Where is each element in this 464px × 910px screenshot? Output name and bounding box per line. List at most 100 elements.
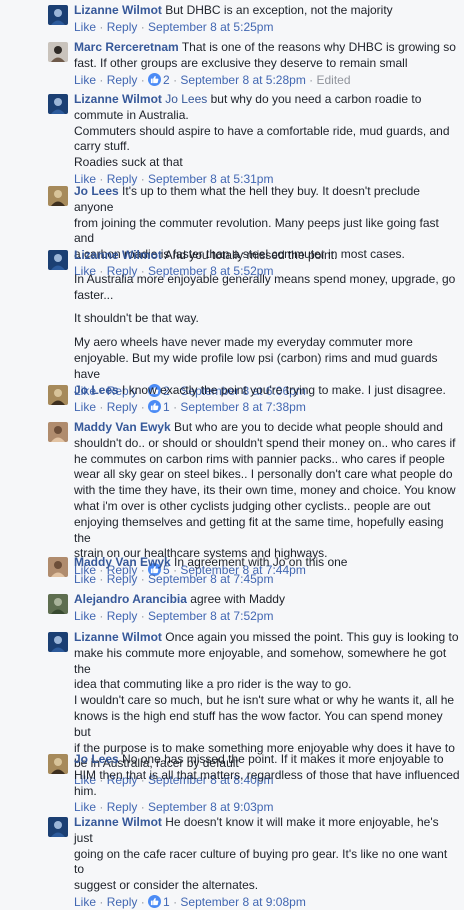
- separator-dot: ·: [137, 72, 149, 87]
- comment-text: Marc Rerceretnam That is one of the reas…: [74, 40, 460, 72]
- reply-link[interactable]: Reply: [107, 20, 138, 34]
- comment-actions: Like · Reply · September 8 at 9:03pm: [74, 799, 460, 815]
- comment-author[interactable]: Jo Lees: [74, 383, 119, 397]
- comment-author[interactable]: Maddy Van Ewyk: [74, 555, 171, 569]
- timestamp[interactable]: September 8 at 9:08pm: [180, 895, 305, 909]
- comment-line: shouldn't do.. or should or shouldn't sp…: [74, 435, 456, 450]
- comment-line: Once again you missed the point. This gu…: [165, 630, 459, 644]
- timestamp[interactable]: September 8 at 9:03pm: [148, 800, 273, 814]
- avatar[interactable]: [48, 94, 68, 114]
- reply-link[interactable]: Reply: [107, 73, 138, 87]
- comment-text: Alejandro Arancibia agree with Maddy: [74, 592, 460, 608]
- comment-line: from joining the commuter revolution. Ma…: [74, 215, 439, 246]
- like-link[interactable]: Like: [74, 572, 96, 586]
- thumbs-up-icon: [148, 894, 162, 908]
- reply-link[interactable]: Reply: [107, 400, 138, 414]
- comment-author[interactable]: Alejandro Arancibia: [74, 592, 187, 606]
- reply-link[interactable]: Reply: [107, 895, 138, 909]
- comment-line: In agreement with Jo on this one: [174, 555, 348, 569]
- timestamp[interactable]: September 8 at 5:25pm: [148, 20, 273, 34]
- like-link[interactable]: Like: [74, 800, 96, 814]
- mention-link[interactable]: Jo Lees: [165, 92, 207, 106]
- comment-line: But who are you to decide what people sh…: [174, 420, 443, 434]
- comment-author[interactable]: Lizanne Wilmot: [74, 815, 162, 829]
- reaction-number: 1: [163, 399, 170, 414]
- comment-body: Lizanne Wilmot But DHBC is an exception,…: [74, 3, 460, 35]
- comment-line: Commuters should aspire to have a comfor…: [74, 123, 450, 138]
- comment-author[interactable]: Marc Rerceretnam: [74, 40, 179, 54]
- comment-author[interactable]: Jo Lees: [74, 752, 119, 766]
- comment-text: Lizanne Wilmot Once again you missed the…: [74, 630, 460, 772]
- avatar[interactable]: [48, 42, 68, 62]
- comment-author[interactable]: Lizanne Wilmot: [74, 630, 162, 644]
- thumbs-up-icon: [148, 399, 162, 413]
- comment-author[interactable]: Lizanne Wilmot: [74, 3, 162, 17]
- comment-line: My aero wheels have never made my everyd…: [74, 335, 413, 350]
- timestamp[interactable]: September 8 at 5:28pm: [180, 73, 305, 87]
- comment-line: And you totally missed the point.: [164, 248, 338, 262]
- comment-actions: Like · Reply · September 8 at 5:25pm: [74, 19, 460, 35]
- avatar[interactable]: [48, 5, 68, 25]
- timestamp[interactable]: September 8 at 7:52pm: [148, 609, 273, 623]
- comment-text: Lizanne Wilmot But DHBC is an exception,…: [74, 3, 460, 19]
- comment-text: Lizanne Wilmot Jo Lees but why do you ne…: [74, 92, 460, 171]
- comment-body: Lizanne Wilmot And you totally missed th…: [74, 248, 460, 399]
- reaction-count[interactable]: 1: [148, 399, 170, 414]
- avatar[interactable]: [48, 250, 68, 270]
- avatar[interactable]: [48, 422, 68, 442]
- reply-link[interactable]: Reply: [107, 609, 138, 623]
- comment-line: enjoyable. But my wide profile low psi (…: [74, 350, 438, 381]
- avatar[interactable]: [48, 557, 68, 577]
- like-link[interactable]: Like: [74, 400, 96, 414]
- comment-author[interactable]: Lizanne Wilmot: [74, 92, 162, 106]
- like-link[interactable]: Like: [74, 609, 96, 623]
- separator-dot: ·: [96, 608, 107, 623]
- avatar[interactable]: [48, 594, 68, 614]
- comment-line: but why do you need a carbon roadie to: [210, 92, 422, 106]
- comment-line: Roadies suck at that: [74, 155, 183, 170]
- reply-link[interactable]: Reply: [107, 800, 138, 814]
- timestamp[interactable]: September 8 at 7:38pm: [180, 400, 305, 414]
- edited-label[interactable]: Edited: [317, 73, 351, 87]
- separator-dot: ·: [96, 800, 107, 815]
- like-link[interactable]: Like: [74, 20, 96, 34]
- avatar[interactable]: [48, 186, 68, 206]
- separator-dot: ·: [96, 571, 107, 586]
- comment-text: Jo Lees I know exactly the point you're …: [74, 383, 460, 399]
- comment-line: HIM then that is all that matters, regar…: [74, 767, 460, 782]
- reaction-count[interactable]: 2: [148, 72, 170, 87]
- separator-dot: ·: [305, 72, 317, 87]
- comment-line: fast. If other groups are exclusive they…: [74, 55, 408, 70]
- separator-dot: ·: [137, 571, 149, 586]
- reply-link[interactable]: Reply: [107, 572, 138, 586]
- like-link[interactable]: Like: [74, 73, 96, 87]
- comment-line: make his commute more enjoyable, and som…: [74, 645, 447, 676]
- comment-line: him.: [74, 783, 97, 798]
- comment-text: Lizanne Wilmot And you totally missed th…: [74, 248, 460, 264]
- comment-author[interactable]: Jo Lees: [74, 184, 119, 198]
- separator-dot: ·: [169, 72, 181, 87]
- reaction-number: 1: [163, 894, 170, 909]
- comment-line: going on the cafe racer culture of buyin…: [74, 846, 448, 877]
- comment-author[interactable]: Lizanne Wilmot: [74, 248, 162, 262]
- reaction-count[interactable]: 1: [148, 894, 170, 909]
- comment-line: with the time they have, its their own t…: [74, 483, 456, 498]
- comment-line: wear all sky gear on steel bikes.. I per…: [74, 467, 453, 482]
- separator-dot: ·: [169, 399, 181, 414]
- timestamp[interactable]: September 8 at 7:45pm: [148, 572, 273, 586]
- comment-text: Maddy Van Ewyk In agreement with Jo on t…: [74, 555, 460, 571]
- avatar[interactable]: [48, 632, 68, 652]
- comment-line: what i'm over is other cyclists judging …: [74, 498, 431, 513]
- avatar[interactable]: [48, 754, 68, 774]
- avatar[interactable]: [48, 817, 68, 837]
- comment-actions: Like · Reply · 1 · September 8 at 9:08pm: [74, 894, 460, 910]
- comment-body: Maddy Van Ewyk In agreement with Jo on t…: [74, 555, 460, 587]
- like-link[interactable]: Like: [74, 895, 96, 909]
- comment-body: Marc Rerceretnam That is one of the reas…: [74, 40, 460, 88]
- avatar[interactable]: [48, 385, 68, 405]
- comment-author[interactable]: Maddy Van Ewyk: [74, 420, 171, 434]
- comment-line: But DHBC is an exception, not the majori…: [165, 3, 393, 17]
